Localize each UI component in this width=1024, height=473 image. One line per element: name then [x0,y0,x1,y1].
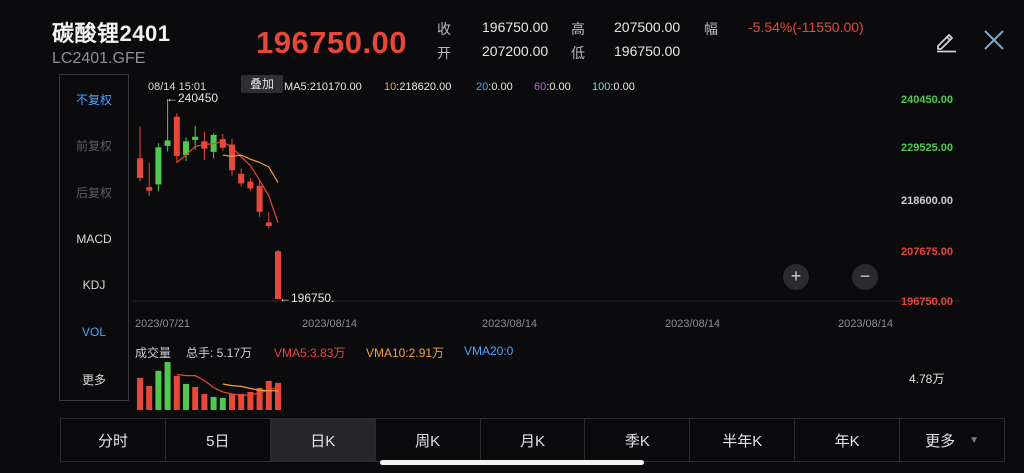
vma10-legend: VMA10:2.91万 [366,346,445,360]
zoom-in-button[interactable]: + [783,264,809,290]
tab-halfyear-k[interactable]: 半年K [690,419,796,461]
candle-body [247,181,254,189]
volume-label: 成交量 [135,346,172,360]
axis-value-4: 207675.00 [901,246,953,258]
candle-body [173,116,180,156]
tab-more[interactable]: 更多 ▼ [900,419,1004,461]
high-marker: ←240450 [166,91,219,105]
date-label-2: 2023/08/14 [302,318,358,330]
axis-value-1: 240450.00 [901,94,953,106]
candle-body [155,147,162,185]
candle-body [192,136,199,140]
date-label-3: 2023/08/14 [482,318,538,330]
volume-bar [164,362,171,410]
candle-body [137,158,143,178]
volume-bar [173,375,180,410]
date-label-4: 2023/08/14 [665,318,721,330]
date-label-1: 2023/07/21 [135,318,191,330]
volume-bar [183,383,189,410]
axis-value-2: 229525.00 [901,142,953,154]
home-indicator[interactable] [380,460,644,465]
candle-body [265,222,272,227]
volume-bar [238,393,245,410]
volume-bar [256,387,263,410]
candle-body [164,140,171,146]
volume-bar [265,380,272,410]
volume-bar [146,385,153,410]
chevron-down-icon: ▼ [969,434,980,446]
tab-intraday[interactable]: 分时 [61,419,166,461]
zoom-out-button[interactable]: − [852,264,878,290]
volume-bar [192,386,199,410]
candle-body [146,187,153,191]
tab-5day[interactable]: 5日 [166,419,271,461]
volume-bar [229,393,235,410]
volume-bar [155,370,162,410]
vma5-legend: VMA5:3.83万 [274,346,346,360]
date-label-5: 2023/08/14 [838,318,894,330]
tab-daily-k[interactable]: 日K [270,419,376,461]
vma20-legend: VMA20:0 [464,344,514,358]
axis-value-3: 218600.00 [901,195,953,207]
ma5-line [176,141,279,223]
volume-bar [201,393,208,410]
volume-bar [137,377,143,410]
tab-quarterly-k[interactable]: 季K [585,419,691,461]
tab-yearly-k[interactable]: 年K [795,419,901,461]
volume-bar [275,382,281,410]
period-tabs: 分时 5日 日K 周K 月K 季K 半年K 年K 更多 ▼ [60,418,1005,462]
volume-bar [210,396,217,410]
axis-value-5: 196750.00 [901,296,953,308]
candle-body [238,173,245,184]
tab-monthly-k[interactable]: 月K [481,419,586,461]
low-marker: ←196750. [279,291,335,305]
candlestick-chart[interactable] [0,0,1024,473]
volume-total: 总手: 5.17万 [186,346,253,360]
volume-axis-max: 4.78万 [909,372,945,386]
volume-bar [219,397,226,410]
tab-weekly-k[interactable]: 周K [376,419,481,461]
candle-body [229,144,235,171]
candle-body [256,185,263,212]
